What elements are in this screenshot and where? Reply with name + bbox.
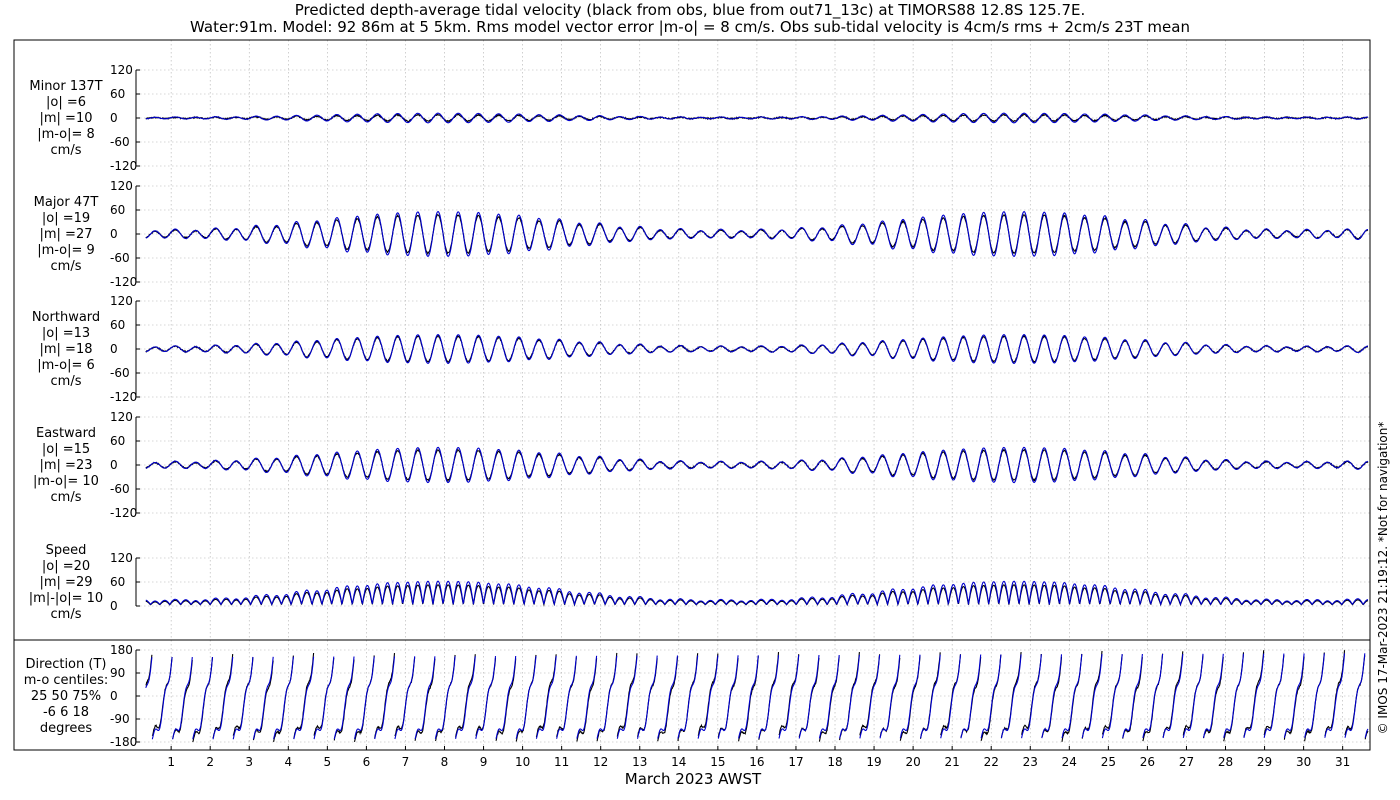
panel-label-northward: |m-o|= 6 <box>37 358 95 373</box>
panel-label-speed: Speed <box>46 543 87 558</box>
panel-label-eastward: Eastward <box>36 426 96 441</box>
x-tick-label: 13 <box>632 755 647 769</box>
y-tick-label-northward: -120 <box>110 390 137 404</box>
y-tick-label-eastward: 0 <box>110 458 118 472</box>
y-tick-label-minor: 60 <box>110 87 125 101</box>
panel-label-minor: |m-o|= 8 <box>37 127 95 142</box>
panel-label-speed: cm/s <box>51 607 82 622</box>
y-tick-label-northward: 120 <box>110 294 133 308</box>
x-tick-label: 9 <box>480 755 488 769</box>
y-tick-label-direction: -180 <box>110 735 137 749</box>
x-tick-label: 11 <box>554 755 569 769</box>
panel-label-minor: cm/s <box>51 143 82 158</box>
x-tick-label: 27 <box>1179 755 1194 769</box>
x-tick-label: 28 <box>1218 755 1233 769</box>
x-tick-label: 24 <box>1062 755 1077 769</box>
y-tick-label-speed: 120 <box>110 551 133 565</box>
direction-plot-frame <box>13 639 1371 751</box>
panel-label-speed: |m|-|o|= 10 <box>29 591 103 606</box>
x-tick-label: 6 <box>363 755 371 769</box>
y-tick-label-minor: -120 <box>110 159 137 173</box>
y-tick-label-major: -60 <box>110 251 130 265</box>
panel-label-major: |m| =27 <box>40 227 93 242</box>
y-tick-label-major: -120 <box>110 275 137 289</box>
y-tick-label-eastward: 120 <box>110 410 133 424</box>
y-tick-label-major: 0 <box>110 227 118 241</box>
panel-label-speed: |m| =29 <box>40 575 93 590</box>
panel-label-eastward: |m-o|= 10 <box>33 474 99 489</box>
x-tick-label: 17 <box>788 755 803 769</box>
panel-label-direction: Direction (T) <box>26 657 107 672</box>
y-tick-label-northward: 0 <box>110 342 118 356</box>
x-tick-label: 14 <box>671 755 686 769</box>
panel-label-speed: |o| =20 <box>42 559 90 574</box>
y-tick-label-eastward: -60 <box>110 482 130 496</box>
x-tick-label: 1 <box>167 755 175 769</box>
y-tick-label-direction: -90 <box>110 712 130 726</box>
x-tick-label: 2 <box>206 755 214 769</box>
x-tick-label: 25 <box>1101 755 1116 769</box>
panel-label-major: |m-o|= 9 <box>37 243 95 258</box>
x-tick-label: 18 <box>827 755 842 769</box>
x-tick-label: 20 <box>905 755 920 769</box>
x-tick-label: 10 <box>515 755 530 769</box>
y-tick-label-northward: -60 <box>110 366 130 380</box>
panel-label-northward: |o| =13 <box>42 326 90 341</box>
x-tick-label: 16 <box>749 755 764 769</box>
x-tick-label: 23 <box>1023 755 1038 769</box>
panel-label-major: cm/s <box>51 259 82 274</box>
y-tick-label-major: 120 <box>110 179 133 193</box>
tidal-velocity-figure: 1 2 3 4 5 6 7 8 9 10 11 12 13 14 15 16 17 18 19 20 21 22 23 24 2… <box>13 39 1390 788</box>
panel-label-direction: -6 6 18 <box>43 705 89 720</box>
copyright-note: © IMOS 17-Mar-2023 21:19:12. *Not for na… <box>1376 422 1390 735</box>
x-tick-label: 31 <box>1335 755 1350 769</box>
y-tick-label-eastward: -120 <box>110 506 137 520</box>
x-axis-label: March 2023 AWST <box>625 770 762 788</box>
y-tick-label-minor: 0 <box>110 111 118 125</box>
x-tick-label: 5 <box>324 755 332 769</box>
x-tick-label: 21 <box>945 755 960 769</box>
y-tick-label-eastward: 60 <box>110 434 125 448</box>
panel-label-direction: degrees <box>40 721 93 736</box>
x-tick-label: 26 <box>1140 755 1155 769</box>
panel-label-northward: |m| =18 <box>40 342 93 357</box>
x-tick-label: 8 <box>441 755 449 769</box>
y-tick-label-speed: 60 <box>110 575 125 589</box>
panel-label-direction: 25 50 75% <box>31 689 101 704</box>
panel-label-eastward: cm/s <box>51 490 82 505</box>
x-tick-label: 29 <box>1257 755 1272 769</box>
x-tick-label: 30 <box>1296 755 1311 769</box>
y-tick-label-northward: 60 <box>110 318 125 332</box>
y-tick-label-speed: 0 <box>110 599 118 613</box>
x-tick-label: 12 <box>593 755 608 769</box>
y-tick-label-major: 60 <box>110 203 125 217</box>
x-tick-label: 7 <box>402 755 410 769</box>
panel-label-eastward: |m| =23 <box>40 458 93 473</box>
panel-label-northward: cm/s <box>51 374 82 389</box>
upper-plot-frame <box>13 39 1371 641</box>
panel-label-major: |o| =19 <box>42 211 90 226</box>
x-tick-label: 19 <box>866 755 881 769</box>
panel-label-minor: |m| =10 <box>40 111 93 126</box>
y-tick-label-direction: 180 <box>110 643 133 657</box>
x-tick-label: 3 <box>245 755 253 769</box>
panel-label-direction: m-o centiles: <box>24 673 109 688</box>
panel-label-minor: Minor 137T <box>29 79 102 94</box>
x-tick-label: 22 <box>984 755 999 769</box>
x-tick-label: 4 <box>284 755 292 769</box>
y-tick-label-minor: -60 <box>110 135 130 149</box>
y-tick-label-direction: 90 <box>110 666 125 680</box>
panel-label-eastward: |o| =15 <box>42 442 90 457</box>
panel-label-northward: Northward <box>32 310 100 325</box>
y-tick-label-minor: 120 <box>110 63 133 77</box>
panel-label-minor: |o| =6 <box>46 95 86 110</box>
x-tick-label: 15 <box>710 755 725 769</box>
y-tick-label-direction: 0 <box>110 689 118 703</box>
panel-label-major: Major 47T <box>34 195 99 210</box>
